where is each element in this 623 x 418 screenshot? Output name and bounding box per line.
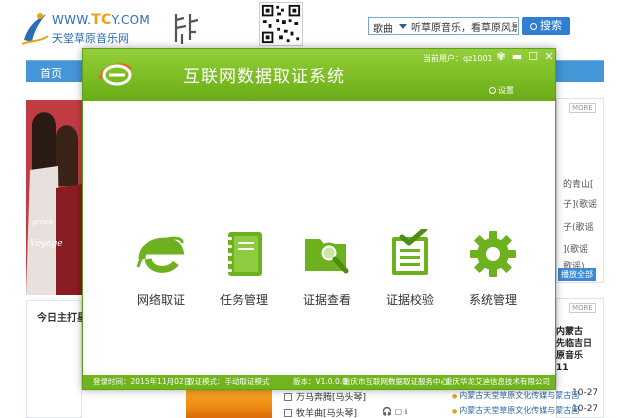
- tile-network-forensics[interactable]: 网络取证: [126, 229, 196, 309]
- today-featured-title: 今日主打星: [37, 313, 87, 324]
- song-row[interactable]: 牧羊曲[马头琴]: [284, 406, 357, 418]
- maximize-button[interactable]: ☐: [527, 51, 539, 63]
- search-icon: [530, 23, 537, 30]
- svg-text:green: green: [32, 218, 53, 226]
- today-featured-panel: 今日主打星: [26, 300, 87, 418]
- skin-icon[interactable]: ✾: [495, 51, 507, 63]
- notebook-icon: [225, 232, 262, 276]
- sunset-photo-image[interactable]: [186, 390, 272, 418]
- forensics-mode-label: 取证模式：手动取证模式: [187, 377, 270, 386]
- tile-label: 系统管理: [468, 293, 517, 307]
- tile-evidence-view[interactable]: 证据查看: [292, 229, 362, 309]
- tile-label: 网络取证: [136, 293, 185, 307]
- qr-code-icon: [259, 2, 303, 46]
- more-link[interactable]: MORE: [569, 303, 596, 313]
- horse-rider-logo-icon: [21, 13, 49, 45]
- checklist-icon: [392, 229, 428, 275]
- site-logo[interactable]: WWW.TCY.COM 天堂草原音乐网: [18, 6, 151, 48]
- headphones-icon[interactable]: 🎧 ▢ ⭳: [382, 406, 407, 418]
- forensics-app-window: 互联网数据取证系统 当前用户：qz1001 ✾ ▬ ☐ ✕ 设置 网络取证 任务…: [82, 48, 556, 390]
- site-logo-name: 天堂草原音乐网: [52, 32, 129, 45]
- song-checkbox[interactable]: [284, 409, 292, 417]
- ie-network-icon: [136, 236, 185, 273]
- minimize-button[interactable]: ▬: [511, 51, 523, 63]
- song-checkbox[interactable]: [284, 393, 292, 401]
- tile-label: 证据校验: [385, 293, 434, 307]
- app-title-bar[interactable]: 互联网数据取证系统 当前用户：qz1001 ✾ ▬ ☐ ✕ 设置: [83, 49, 555, 101]
- current-user-label: 当前用户：qz1001: [423, 54, 493, 63]
- function-tiles-area: 网络取证 任务管理 证据查看 证据校验 系统管理: [83, 101, 555, 375]
- gear-icon: [470, 231, 516, 277]
- list-item[interactable]: 子(歌谣: [563, 220, 594, 233]
- settings-icon: [489, 87, 496, 94]
- site-search-button[interactable]: 搜索: [522, 17, 570, 35]
- site-search-box: 歌曲: [368, 17, 519, 35]
- version-label: 版本：V1.0.0.0: [293, 377, 347, 386]
- more-link[interactable]: MORE: [569, 103, 596, 113]
- news-headline[interactable]: 内蒙古 先临吉日 原音乐 11: [556, 326, 604, 374]
- list-item[interactable]: ](歌谣: [563, 242, 588, 255]
- tile-evidence-verify[interactable]: 证据校验: [375, 229, 445, 309]
- list-item[interactable]: 的青山[: [563, 177, 594, 190]
- right-song-list: MORE 的青山[ 子](歌谣 子(歌谣 ](歌谣 歌谣): [556, 98, 604, 283]
- artist-photo-image: green Voyage: [26, 100, 82, 295]
- nav-item-home[interactable]: 首页: [40, 65, 62, 81]
- login-time-label: 登录时间：2015年11月02日: [93, 377, 192, 386]
- song-row[interactable]: 万马奔腾[马头琴]: [284, 390, 366, 403]
- list-item[interactable]: 子](歌谣: [563, 197, 597, 210]
- chevron-down-icon[interactable]: [399, 24, 407, 29]
- play-all-button[interactable]: 播放全部: [558, 268, 596, 281]
- settings-link[interactable]: 设置: [489, 85, 514, 96]
- news-item[interactable]: 内蒙古天堂草原文化传媒与蒙古国: [452, 390, 579, 401]
- featured-artist-banner[interactable]: green Voyage: [26, 100, 82, 295]
- tile-task-management[interactable]: 任务管理: [209, 229, 279, 309]
- organization-label: 重庆市互联网数据取证服务中心: [343, 377, 448, 386]
- app-title: 互联网数据取证系统: [183, 67, 345, 87]
- app-logo-icon: [98, 63, 133, 86]
- company-label: 重庆华龙艾迪信息技术有限公司: [445, 377, 550, 386]
- search-category-select[interactable]: 歌曲: [373, 20, 393, 35]
- tile-label: 证据查看: [302, 293, 351, 307]
- tile-label: 任务管理: [219, 293, 268, 307]
- site-search-input[interactable]: [411, 19, 517, 33]
- svg-text:Voyage: Voyage: [30, 239, 63, 249]
- site-logo-url: WWW.TCY.COM: [52, 12, 151, 28]
- app-status-bar: 登录时间：2015年11月02日 取证模式：手动取证模式 版本：V1.0.0.0…: [83, 375, 555, 389]
- folder-search-icon: [305, 239, 349, 274]
- close-button[interactable]: ✕: [543, 51, 555, 63]
- tile-system-management[interactable]: 系统管理: [458, 229, 528, 309]
- news-item[interactable]: 内蒙古天堂草原文化传媒与蒙古国: [452, 405, 579, 416]
- mongolian-script-logo-icon: [174, 14, 199, 44]
